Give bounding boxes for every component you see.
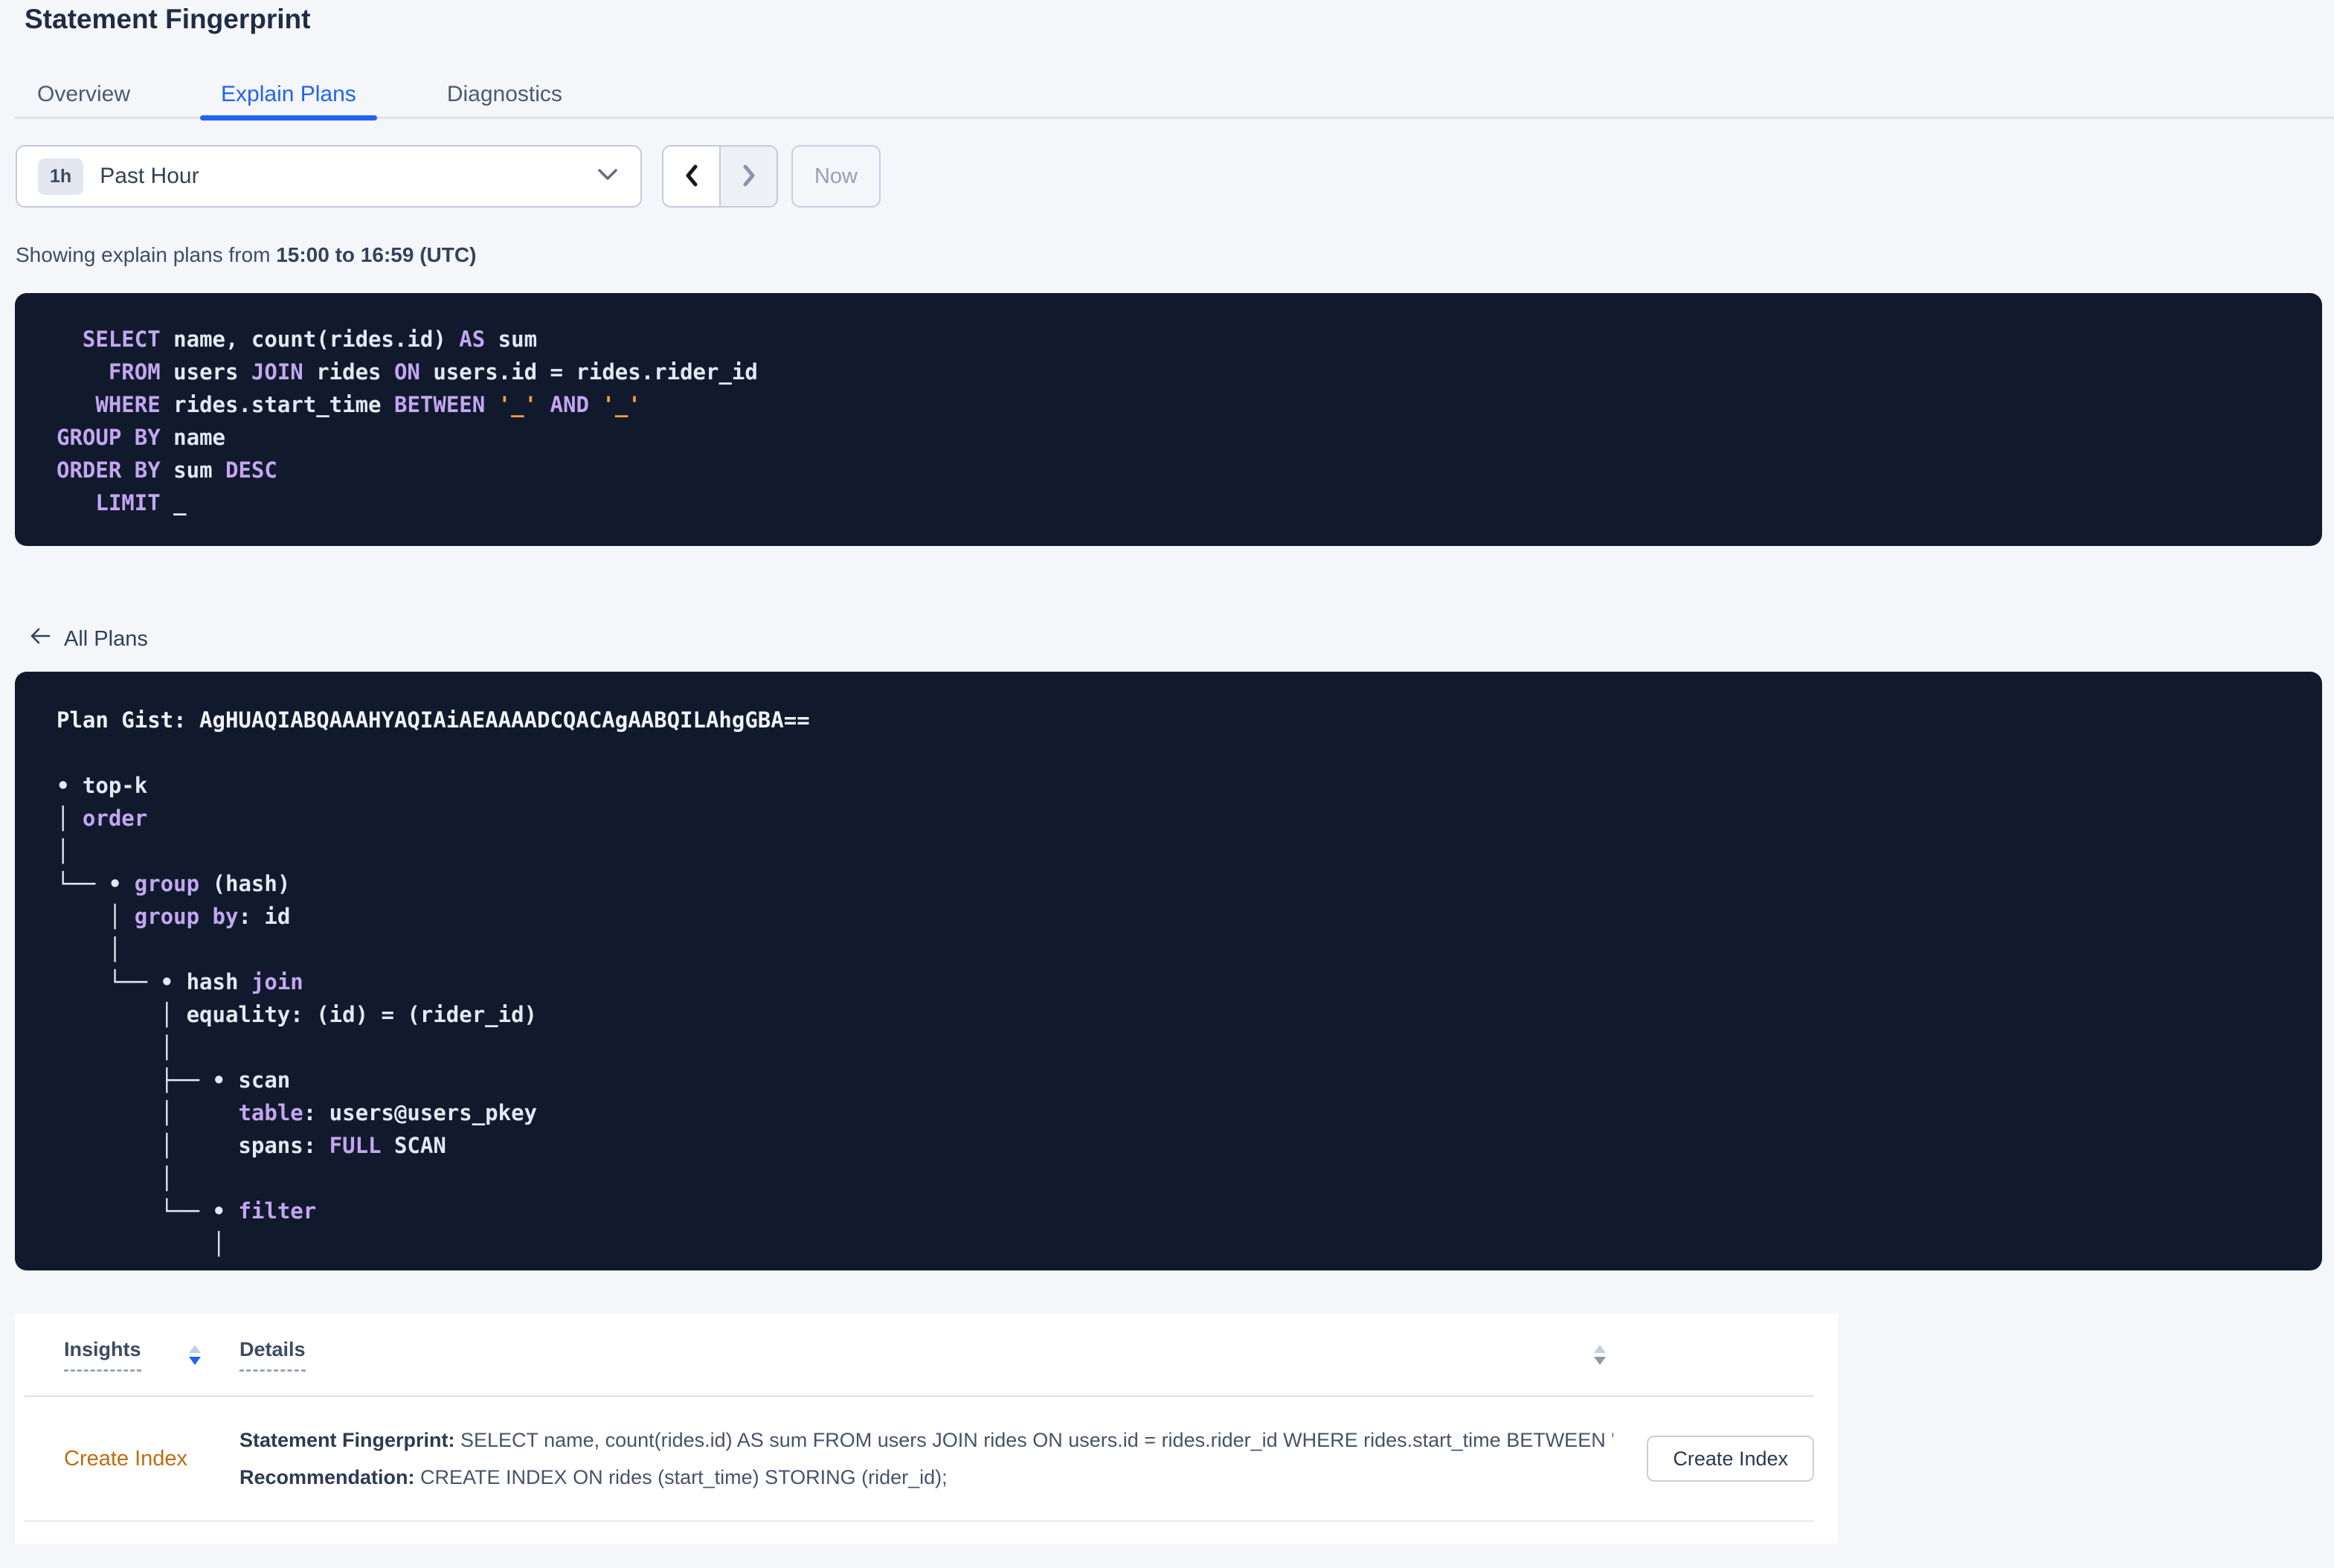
table-row: Create Index Statement Fingerprint: SELE… [25,1397,1814,1522]
action-cell: Create Index [1636,1436,1814,1482]
next-range-button[interactable] [719,147,777,206]
time-range-caption: Showing explain plans from 15:00 to 16:5… [16,242,2334,269]
all-plans-label: All Plans [64,626,148,651]
statement-fingerprint-page: Statement Fingerprint Overview Explain P… [0,1,2334,1568]
arrow-left-icon [29,626,51,652]
statement-fingerprint-detail: Statement Fingerprint: SELECT name, coun… [239,1421,1613,1459]
insights-table: Insights Details Create Index Statement … [15,1314,1838,1543]
chevron-right-icon [740,164,758,190]
time-range-badge: 1h [38,158,84,195]
recommendation-detail: Recommendation: CREATE INDEX ON rides (s… [239,1459,1613,1496]
plan-gist-panel: Plan Gist: AgHUAQIABQAAAHYAQIAiAEAAAADCQ… [15,672,2322,1270]
time-controls: 1h Past Hour Now [16,145,2334,208]
time-range-label: Past Hour [100,164,199,188]
time-range-caption-range: 15:00 to 16:59 (UTC) [276,243,477,266]
statement-sql-text: SELECT name, count(rides.id) AS sum FROM… [57,327,758,515]
time-range-caption-prefix: Showing explain plans from [16,243,277,266]
page-title: Statement Fingerprint [25,4,311,34]
statement-fingerprint-detail-label: Statement Fingerprint: [239,1429,455,1451]
recommendation-detail-text: CREATE INDEX ON rides (start_time) STORI… [414,1466,948,1488]
details-column-header[interactable]: Details [239,1338,306,1372]
statement-fingerprint-detail-text: SELECT name, count(rides.id) AS sum FROM… [454,1429,1613,1451]
chevron-left-icon [683,164,701,190]
plan-gist-text: Plan Gist: AgHUAQIABQAAAHYAQIAiAEAAAADCQ… [57,707,810,1256]
details-cell: Statement Fingerprint: SELECT name, coun… [239,1421,1613,1496]
tab-overview[interactable]: Overview [37,80,130,117]
all-plans-link[interactable]: All Plans [29,626,148,652]
insight-type-link[interactable]: Create Index [64,1447,187,1471]
now-button[interactable]: Now [791,145,881,208]
chevron-down-icon [597,168,618,185]
tab-explain-plans[interactable]: Explain Plans [200,80,377,121]
insights-table-header: Insights Details [25,1314,1814,1397]
time-range-select[interactable]: 1h Past Hour [16,145,642,208]
insights-column-header[interactable]: Insights [64,1338,141,1372]
sort-icon-insights[interactable] [188,1344,201,1365]
statement-sql-panel: SELECT name, count(rides.id) AS sum FROM… [15,293,2322,546]
create-index-button[interactable]: Create Index [1647,1436,1814,1482]
insight-cell: Create Index [64,1447,239,1471]
tab-bar: Overview Explain Plans Diagnostics [15,80,2334,121]
time-pager [662,145,778,208]
prev-range-button[interactable] [663,147,719,206]
details-header-cell: Details [239,1338,1636,1372]
recommendation-detail-label: Recommendation: [239,1466,415,1488]
insights-header-cell: Insights [64,1338,239,1372]
tab-diagnostics[interactable]: Diagnostics [447,80,562,117]
sort-icon-details[interactable] [1594,1344,1606,1365]
